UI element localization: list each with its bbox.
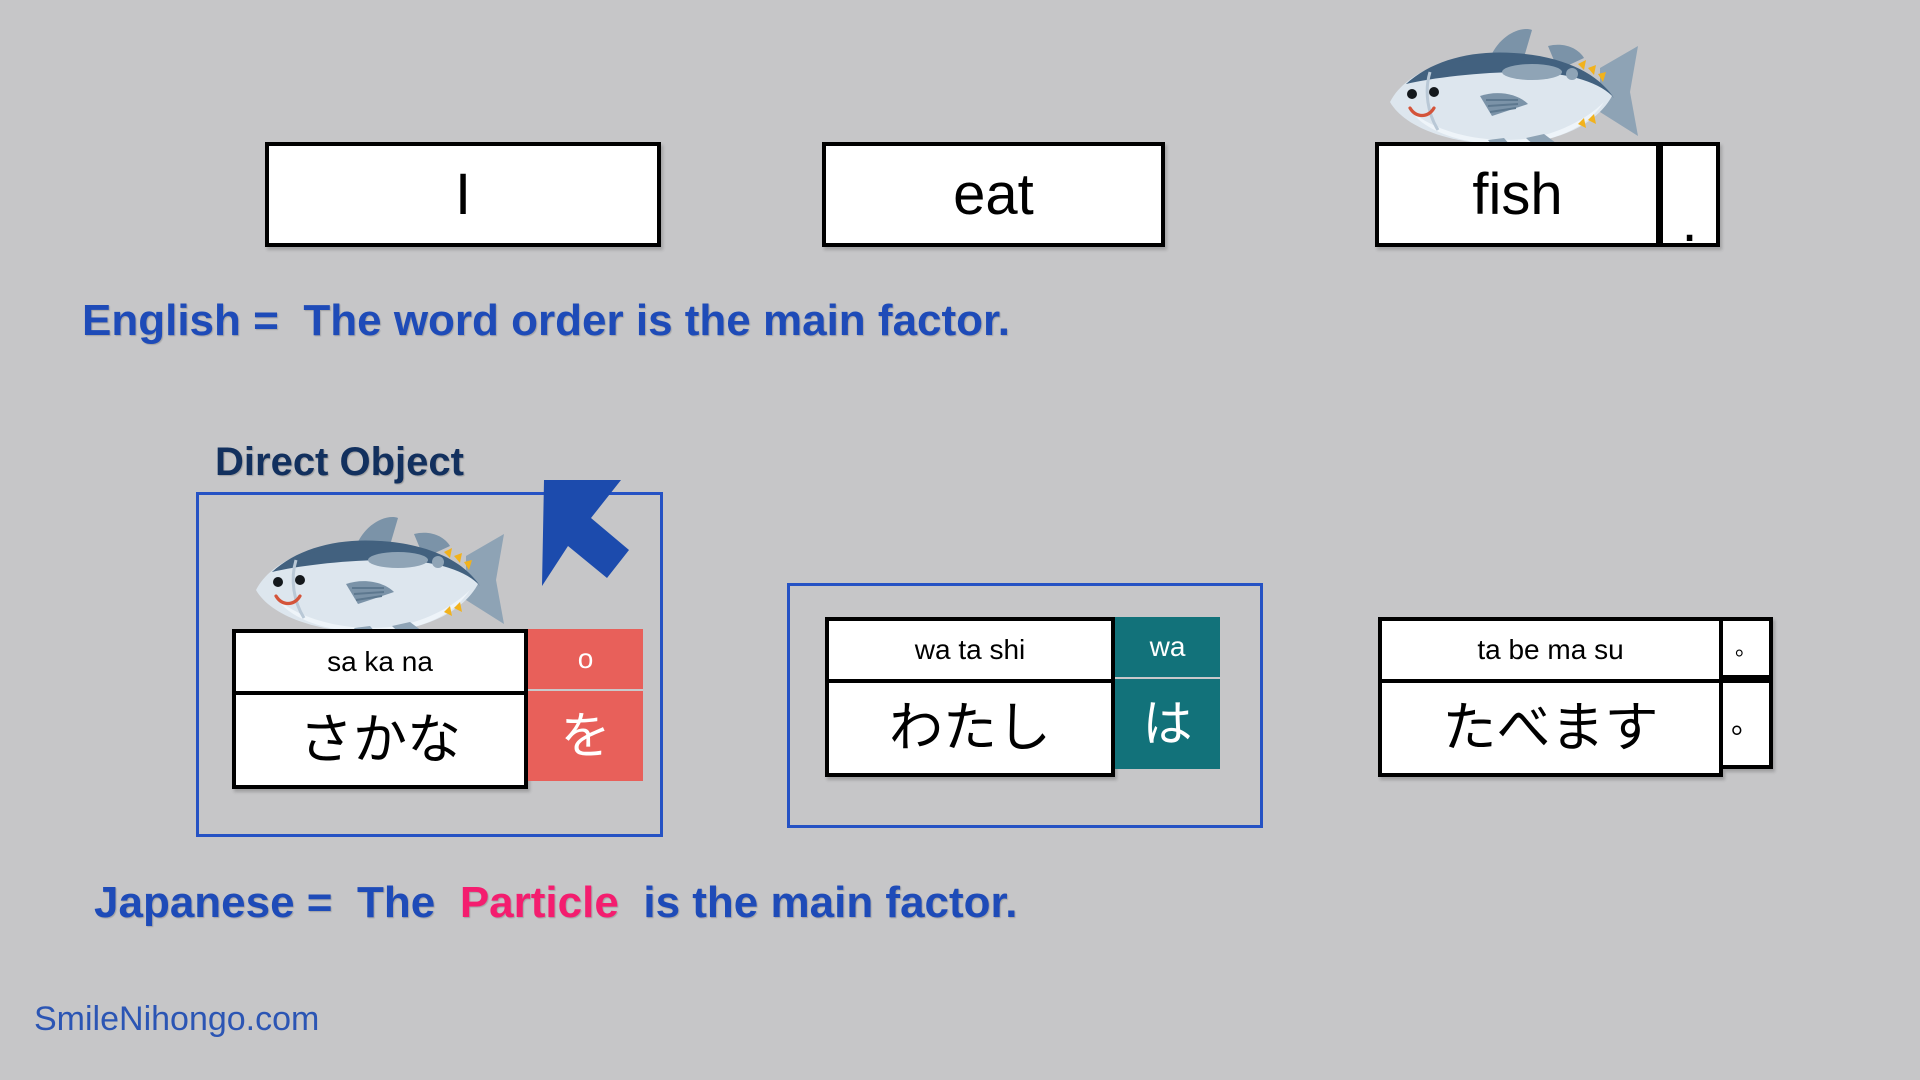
direct-object-label: Direct Object — [215, 440, 464, 485]
english-word-box-eat: eat — [822, 142, 1165, 247]
direct-object-label-text: Direct Object — [215, 440, 464, 484]
romaji-sakana: sa ka na — [236, 633, 524, 695]
japanese-unit-tabemasu: ta be ma su たべます 。 。 — [1378, 617, 1773, 777]
particle-kana-o: を — [528, 691, 643, 781]
particle-period: 。 。 — [1723, 617, 1773, 769]
site-footer-link[interactable]: SmileNihongo.com — [34, 1000, 319, 1039]
english-word-label-i: I — [454, 161, 472, 227]
particle-romaji-period: 。 — [1723, 617, 1773, 679]
site-footer-text: SmileNihongo.com — [34, 1000, 320, 1038]
slide-canvas: I eat fish . English = The word order is… — [0, 0, 1920, 1080]
romaji-watashi: wa ta shi — [829, 621, 1111, 683]
english-word-label-fish: fish — [1472, 161, 1563, 227]
particle-romaji-o: o — [528, 629, 643, 691]
english-caption-rest: The word order is the main factor. — [303, 296, 1010, 345]
japanese-caption-lead: Japanese = — [94, 878, 333, 927]
particle-kana-period: 。 — [1723, 679, 1773, 769]
japanese-caption-part1: The — [357, 878, 436, 927]
japanese-word-watashi: wa ta shi わたし — [825, 617, 1115, 777]
particle-o: o を — [528, 629, 643, 781]
english-word-box-i: I — [265, 142, 661, 247]
english-word-box-fish: fish — [1375, 142, 1660, 247]
english-caption-lead: English = — [82, 296, 279, 345]
japanese-word-tabemasu: ta be ma su たべます — [1378, 617, 1723, 777]
japanese-caption-highlight: Particle — [459, 878, 619, 927]
japanese-caption-part2: is the main factor. — [643, 878, 1018, 927]
kana-watashi: わたし — [889, 698, 1051, 758]
japanese-unit-watashi: wa ta shi わたし wa は — [825, 617, 1220, 777]
romaji-tabemasu: ta be ma su — [1382, 621, 1719, 683]
particle-kana-wa: は — [1115, 679, 1220, 769]
english-caption: English = The word order is the main fac… — [82, 296, 1022, 346]
japanese-unit-sakana: sa ka na さかな o を — [232, 629, 643, 789]
kana-sakana: さかな — [299, 710, 461, 770]
english-word-label-eat: eat — [953, 161, 1034, 227]
english-period-label: . — [1681, 188, 1698, 254]
japanese-word-sakana: sa ka na さかな — [232, 629, 528, 789]
kana-tabemasu: たべます — [1442, 698, 1659, 758]
japanese-caption: Japanese = The Particle is the main fact… — [94, 878, 1030, 928]
arrow-down-left-icon — [534, 472, 664, 592]
english-period-box: . — [1660, 142, 1720, 254]
particle-romaji-wa: wa — [1115, 617, 1220, 679]
particle-wa: wa は — [1115, 617, 1220, 769]
